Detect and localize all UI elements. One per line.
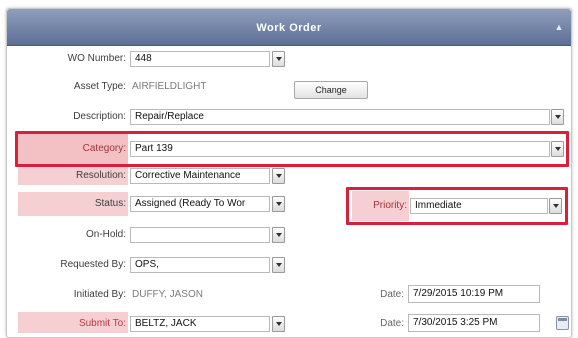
chevron-down-icon <box>276 263 282 267</box>
asset-type-value: AIRFIELDLIGHT <box>132 81 207 92</box>
asset-type-label: Asset Type: <box>73 81 126 92</box>
wo-number-dropdown-button[interactable] <box>272 51 285 67</box>
chevron-down-icon <box>276 57 282 61</box>
change-asset-type-button[interactable]: Change <box>294 81 368 99</box>
submit-to-label: Submit To: <box>78 318 126 329</box>
initiated-by-label: Initiated By: <box>73 289 126 300</box>
submit-to-field[interactable]: BELTZ, JACK <box>130 316 270 332</box>
description-label: Description: <box>73 111 126 122</box>
on-hold-label: On-Hold: <box>85 229 126 240</box>
description-dropdown-button[interactable] <box>551 109 564 125</box>
panel-title: Work Order <box>256 22 322 34</box>
category-field[interactable]: Part 139 <box>130 141 550 157</box>
requested-by-dropdown-button[interactable] <box>272 257 285 273</box>
status-field[interactable]: Assigned (Ready To Wor <box>130 196 270 212</box>
initiated-date-field[interactable]: 7/29/2015 10:19 PM <box>408 285 540 303</box>
chevron-down-icon <box>555 115 561 119</box>
requested-by-field[interactable]: OPS, <box>130 257 270 273</box>
resolution-label: Resolution: <box>75 170 126 181</box>
initiated-by-value: DUFFY, JASON <box>132 289 203 300</box>
chevron-down-icon <box>553 204 559 208</box>
initiated-date-label: Date: <box>380 289 404 300</box>
description-field[interactable]: Repair/Replace <box>130 109 550 125</box>
status-dropdown-button[interactable] <box>272 196 285 212</box>
chevron-down-icon <box>276 322 282 326</box>
wo-number-label: WO Number: <box>67 53 126 64</box>
resolution-dropdown-button[interactable] <box>272 168 285 184</box>
priority-field[interactable]: Immediate <box>410 198 548 214</box>
on-hold-field[interactable] <box>130 227 270 243</box>
category-dropdown-button[interactable] <box>551 141 564 157</box>
category-label: Category: <box>82 143 126 154</box>
on-hold-dropdown-button[interactable] <box>272 227 285 243</box>
submit-to-dropdown-button[interactable] <box>272 316 285 332</box>
chevron-down-icon <box>276 233 282 237</box>
wo-number-field[interactable]: 448 <box>130 51 270 67</box>
submit-date-field[interactable]: 7/30/2015 3:25 PM <box>408 314 540 332</box>
panel-titlebar: Work Order ▲ <box>7 9 571 46</box>
chevron-down-icon <box>276 174 282 178</box>
calendar-icon[interactable] <box>556 316 569 330</box>
priority-label: Priority: <box>373 200 407 211</box>
requested-by-label: Requested By: <box>60 259 126 270</box>
resolution-field[interactable]: Corrective Maintenance <box>130 168 270 184</box>
collapse-icon[interactable]: ▲ <box>554 22 564 32</box>
status-label: Status: <box>94 198 126 209</box>
submit-date-label: Date: <box>380 318 404 329</box>
chevron-down-icon <box>276 202 282 206</box>
priority-dropdown-button[interactable] <box>549 198 562 214</box>
chevron-down-icon <box>555 147 561 151</box>
